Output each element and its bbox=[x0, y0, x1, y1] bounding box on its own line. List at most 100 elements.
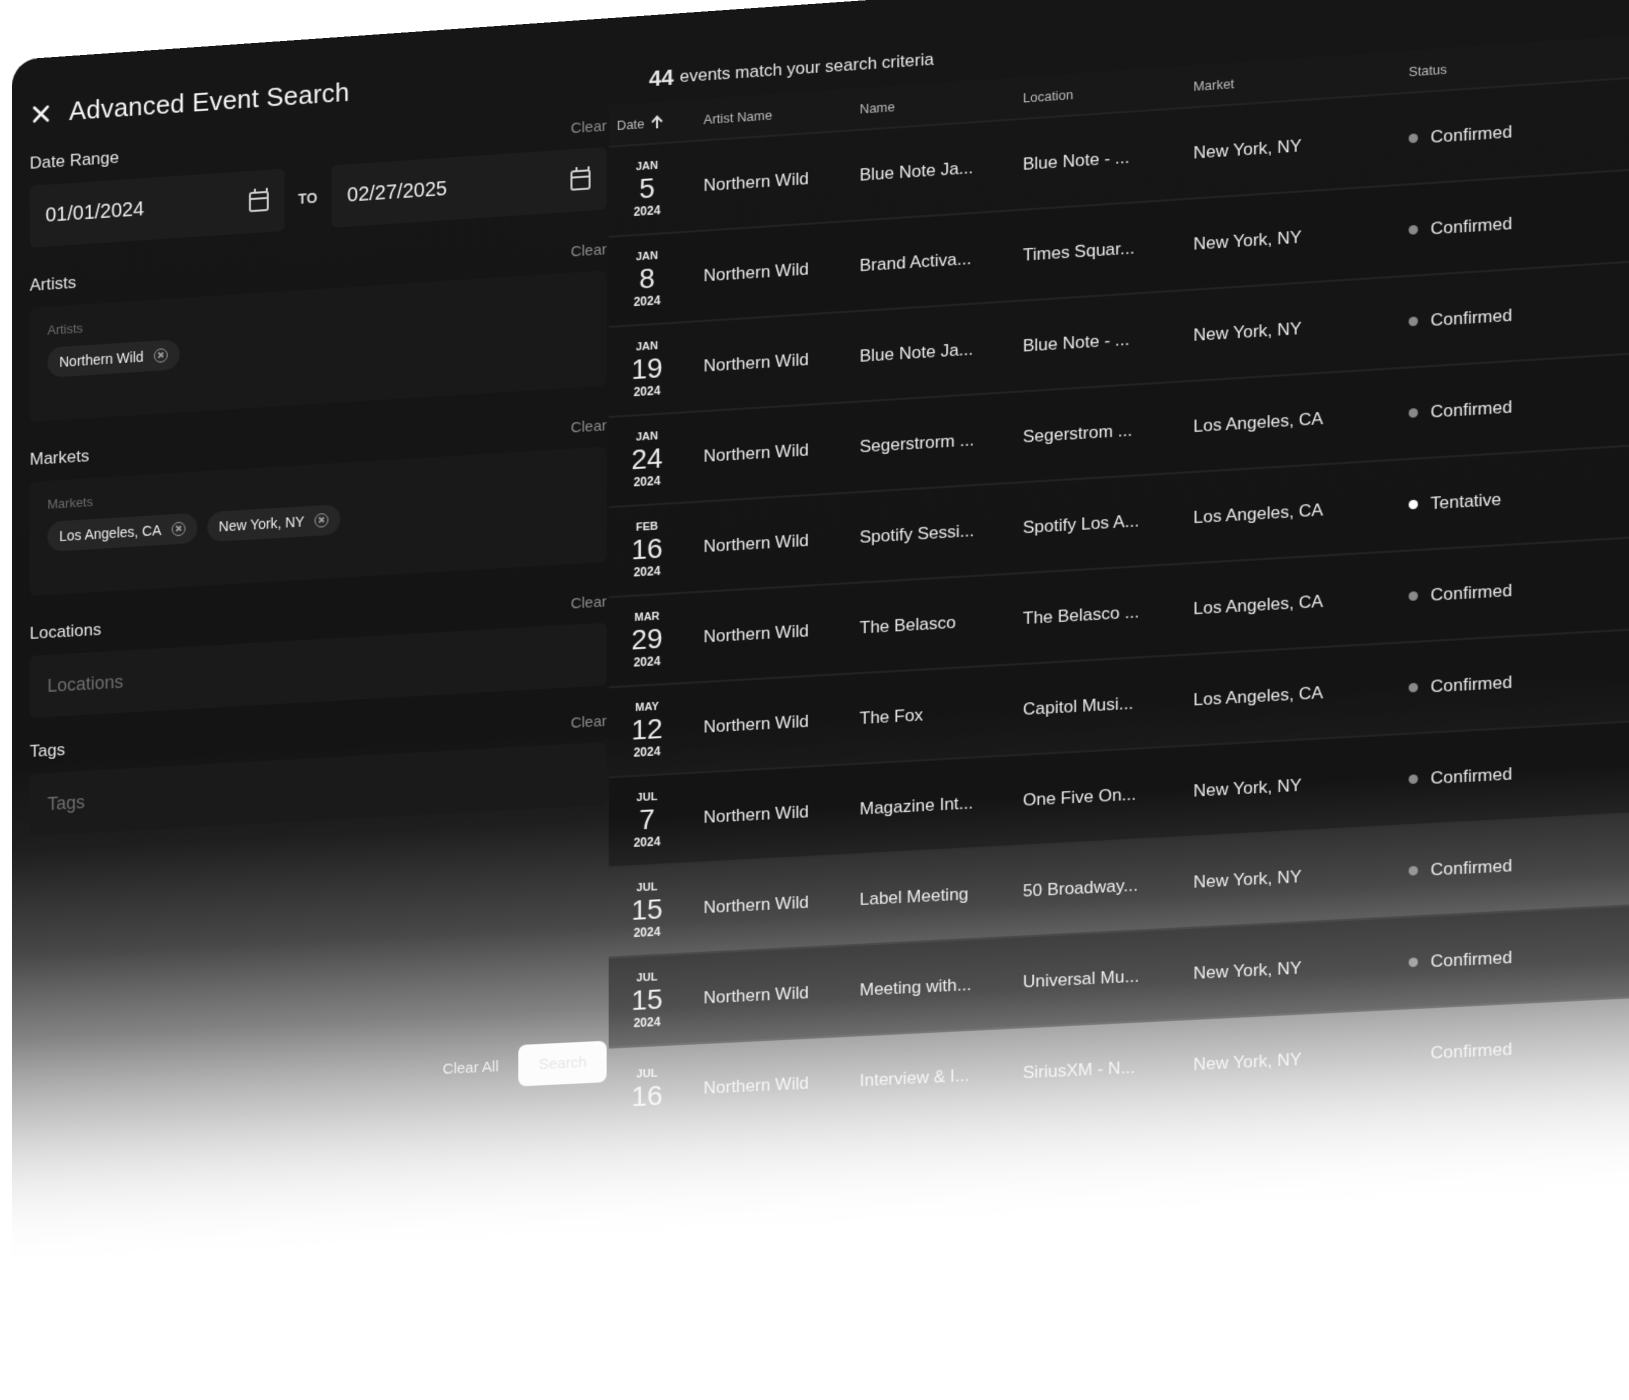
end-date-value: 02/27/2025 bbox=[347, 177, 448, 207]
date-cell: FEB 16 2024 bbox=[617, 520, 677, 579]
clear-all-button[interactable]: Clear All bbox=[443, 1058, 499, 1078]
date-day: 16 bbox=[631, 1079, 663, 1113]
locations-label: Locations bbox=[29, 619, 102, 643]
location-cell: Times Squar... bbox=[1022, 237, 1135, 265]
status-cell: Tentative bbox=[1408, 485, 1576, 515]
close-icon[interactable] bbox=[30, 102, 52, 126]
results-count-text: events match your search criteria bbox=[679, 49, 934, 87]
name-cell: Segerstrorm ... bbox=[859, 429, 975, 456]
calendar-icon[interactable] bbox=[570, 169, 591, 191]
status-cell: Confirmed bbox=[1408, 760, 1576, 790]
date-day: 8 bbox=[639, 262, 655, 295]
market-cell: Los Angeles, CA bbox=[1193, 499, 1324, 527]
locations-clear-button[interactable]: Clear bbox=[571, 593, 607, 612]
name-cell: The Belasco bbox=[859, 612, 956, 638]
market-cell: New York, NY bbox=[1193, 318, 1302, 345]
date-year: 2024 bbox=[633, 653, 661, 670]
date-day: 29 bbox=[631, 622, 663, 656]
date-day: 16 bbox=[631, 532, 663, 566]
start-date-value: 01/01/2024 bbox=[45, 197, 145, 227]
artist-cell: Northern Wild bbox=[703, 711, 809, 737]
status-dot-icon bbox=[1408, 133, 1418, 144]
date-year: 2024 bbox=[633, 834, 661, 850]
date-day: 15 bbox=[631, 892, 663, 927]
status-dot-icon bbox=[1408, 774, 1418, 785]
chip-label: New York, NY bbox=[218, 513, 305, 535]
status-dot-icon bbox=[1408, 316, 1418, 327]
status-label: Confirmed bbox=[1430, 947, 1513, 971]
date-range-clear-button[interactable]: Clear bbox=[571, 118, 607, 138]
chip-label: Northern Wild bbox=[59, 348, 144, 370]
search-button[interactable]: Search bbox=[518, 1040, 607, 1087]
results-panel: 44 events match your search criteria Dat… bbox=[608, 0, 1629, 1137]
artist-cell: Northern Wild bbox=[703, 530, 809, 556]
artists-field[interactable]: Artists Northern Wild bbox=[29, 270, 607, 422]
advanced-search-window: Advanced Event Search Date Range Clear 0… bbox=[12, 0, 1629, 1270]
location-cell: Blue Note - ... bbox=[1022, 329, 1130, 356]
markets-field[interactable]: Markets Los Angeles, CA New York, NY bbox=[29, 446, 607, 596]
market-cell: New York, NY bbox=[1193, 1048, 1302, 1074]
name-cell: Interview & I... bbox=[859, 1065, 970, 1090]
name-cell: Magazine Int... bbox=[859, 792, 974, 819]
date-year: 2024 bbox=[633, 744, 661, 760]
artist-cell: Northern Wild bbox=[703, 439, 809, 466]
status-cell: Confirmed bbox=[1408, 668, 1576, 698]
market-cell: Los Angeles, CA bbox=[1193, 682, 1324, 710]
artist-cell: Northern Wild bbox=[703, 982, 809, 1007]
calendar-icon[interactable] bbox=[248, 190, 269, 213]
artist-cell: Northern Wild bbox=[703, 620, 809, 646]
date-cell: JAN 19 2024 bbox=[617, 340, 677, 400]
end-date-field[interactable]: 02/27/2025 bbox=[331, 146, 607, 228]
start-date-field[interactable]: 01/01/2024 bbox=[29, 168, 285, 248]
date-year: 2024 bbox=[633, 293, 661, 310]
column-header-date[interactable]: Date bbox=[617, 111, 704, 132]
tags-label: Tags bbox=[29, 740, 66, 762]
status-cell: Confirmed bbox=[1408, 576, 1576, 606]
artists-section: Artists Clear Artists Northern Wild bbox=[29, 232, 607, 422]
tags-section: Tags Clear Tags bbox=[29, 704, 607, 837]
date-cell: JAN 8 2024 bbox=[617, 250, 677, 310]
market-cell: New York, NY bbox=[1193, 135, 1302, 163]
column-header-name[interactable]: Name bbox=[860, 90, 1023, 116]
status-cell: Confirmed bbox=[1408, 301, 1576, 332]
status-dot-icon bbox=[1408, 591, 1418, 601]
column-header-market[interactable]: Market bbox=[1193, 64, 1408, 93]
remove-chip-icon[interactable] bbox=[171, 521, 186, 537]
status-label: Confirmed bbox=[1430, 763, 1513, 788]
artist-cell: Northern Wild bbox=[703, 801, 809, 827]
remove-chip-icon[interactable] bbox=[153, 348, 168, 363]
markets-clear-button[interactable]: Clear bbox=[571, 417, 607, 436]
tags-clear-button[interactable]: Clear bbox=[571, 713, 607, 732]
name-cell: Brand Activa... bbox=[859, 248, 972, 275]
column-header-status[interactable]: Status bbox=[1409, 52, 1576, 79]
artists-clear-button[interactable]: Clear bbox=[571, 241, 607, 261]
status-cell: Confirmed bbox=[1408, 117, 1576, 149]
market-cell: Los Angeles, CA bbox=[1193, 590, 1324, 618]
date-day: 19 bbox=[631, 351, 663, 386]
artist-chip: Northern Wild bbox=[47, 339, 180, 378]
location-cell: The Belasco ... bbox=[1022, 601, 1140, 628]
status-label: Tentative bbox=[1430, 489, 1502, 513]
status-label: Confirmed bbox=[1430, 213, 1513, 239]
locations-section: Locations Clear Locations bbox=[29, 584, 607, 719]
status-label: Confirmed bbox=[1430, 1038, 1513, 1063]
date-cell: MAR 29 2024 bbox=[617, 610, 677, 669]
name-cell: Meeting with... bbox=[859, 974, 972, 1000]
market-cell: New York, NY bbox=[1193, 226, 1302, 254]
to-label: TO bbox=[298, 189, 318, 207]
date-cell: MAY 12 2024 bbox=[617, 701, 677, 760]
remove-chip-icon[interactable] bbox=[314, 512, 329, 528]
column-header-artist[interactable]: Artist Name bbox=[703, 101, 859, 127]
location-cell: Blue Note - ... bbox=[1022, 146, 1130, 174]
date-year: 2024 bbox=[633, 563, 661, 580]
date-year: 2024 bbox=[633, 203, 661, 220]
results-count-number: 44 bbox=[648, 64, 674, 92]
column-header-location[interactable]: Location bbox=[1023, 78, 1193, 105]
status-label: Confirmed bbox=[1430, 121, 1513, 147]
name-cell: The Fox bbox=[859, 704, 924, 728]
date-cell: JUL 7 2024 bbox=[617, 791, 677, 850]
status-dot-icon bbox=[1408, 865, 1418, 876]
panel-title: Advanced Event Search bbox=[69, 76, 350, 127]
date-day: 15 bbox=[631, 983, 663, 1017]
artist-cell: Northern Wild bbox=[703, 891, 809, 917]
